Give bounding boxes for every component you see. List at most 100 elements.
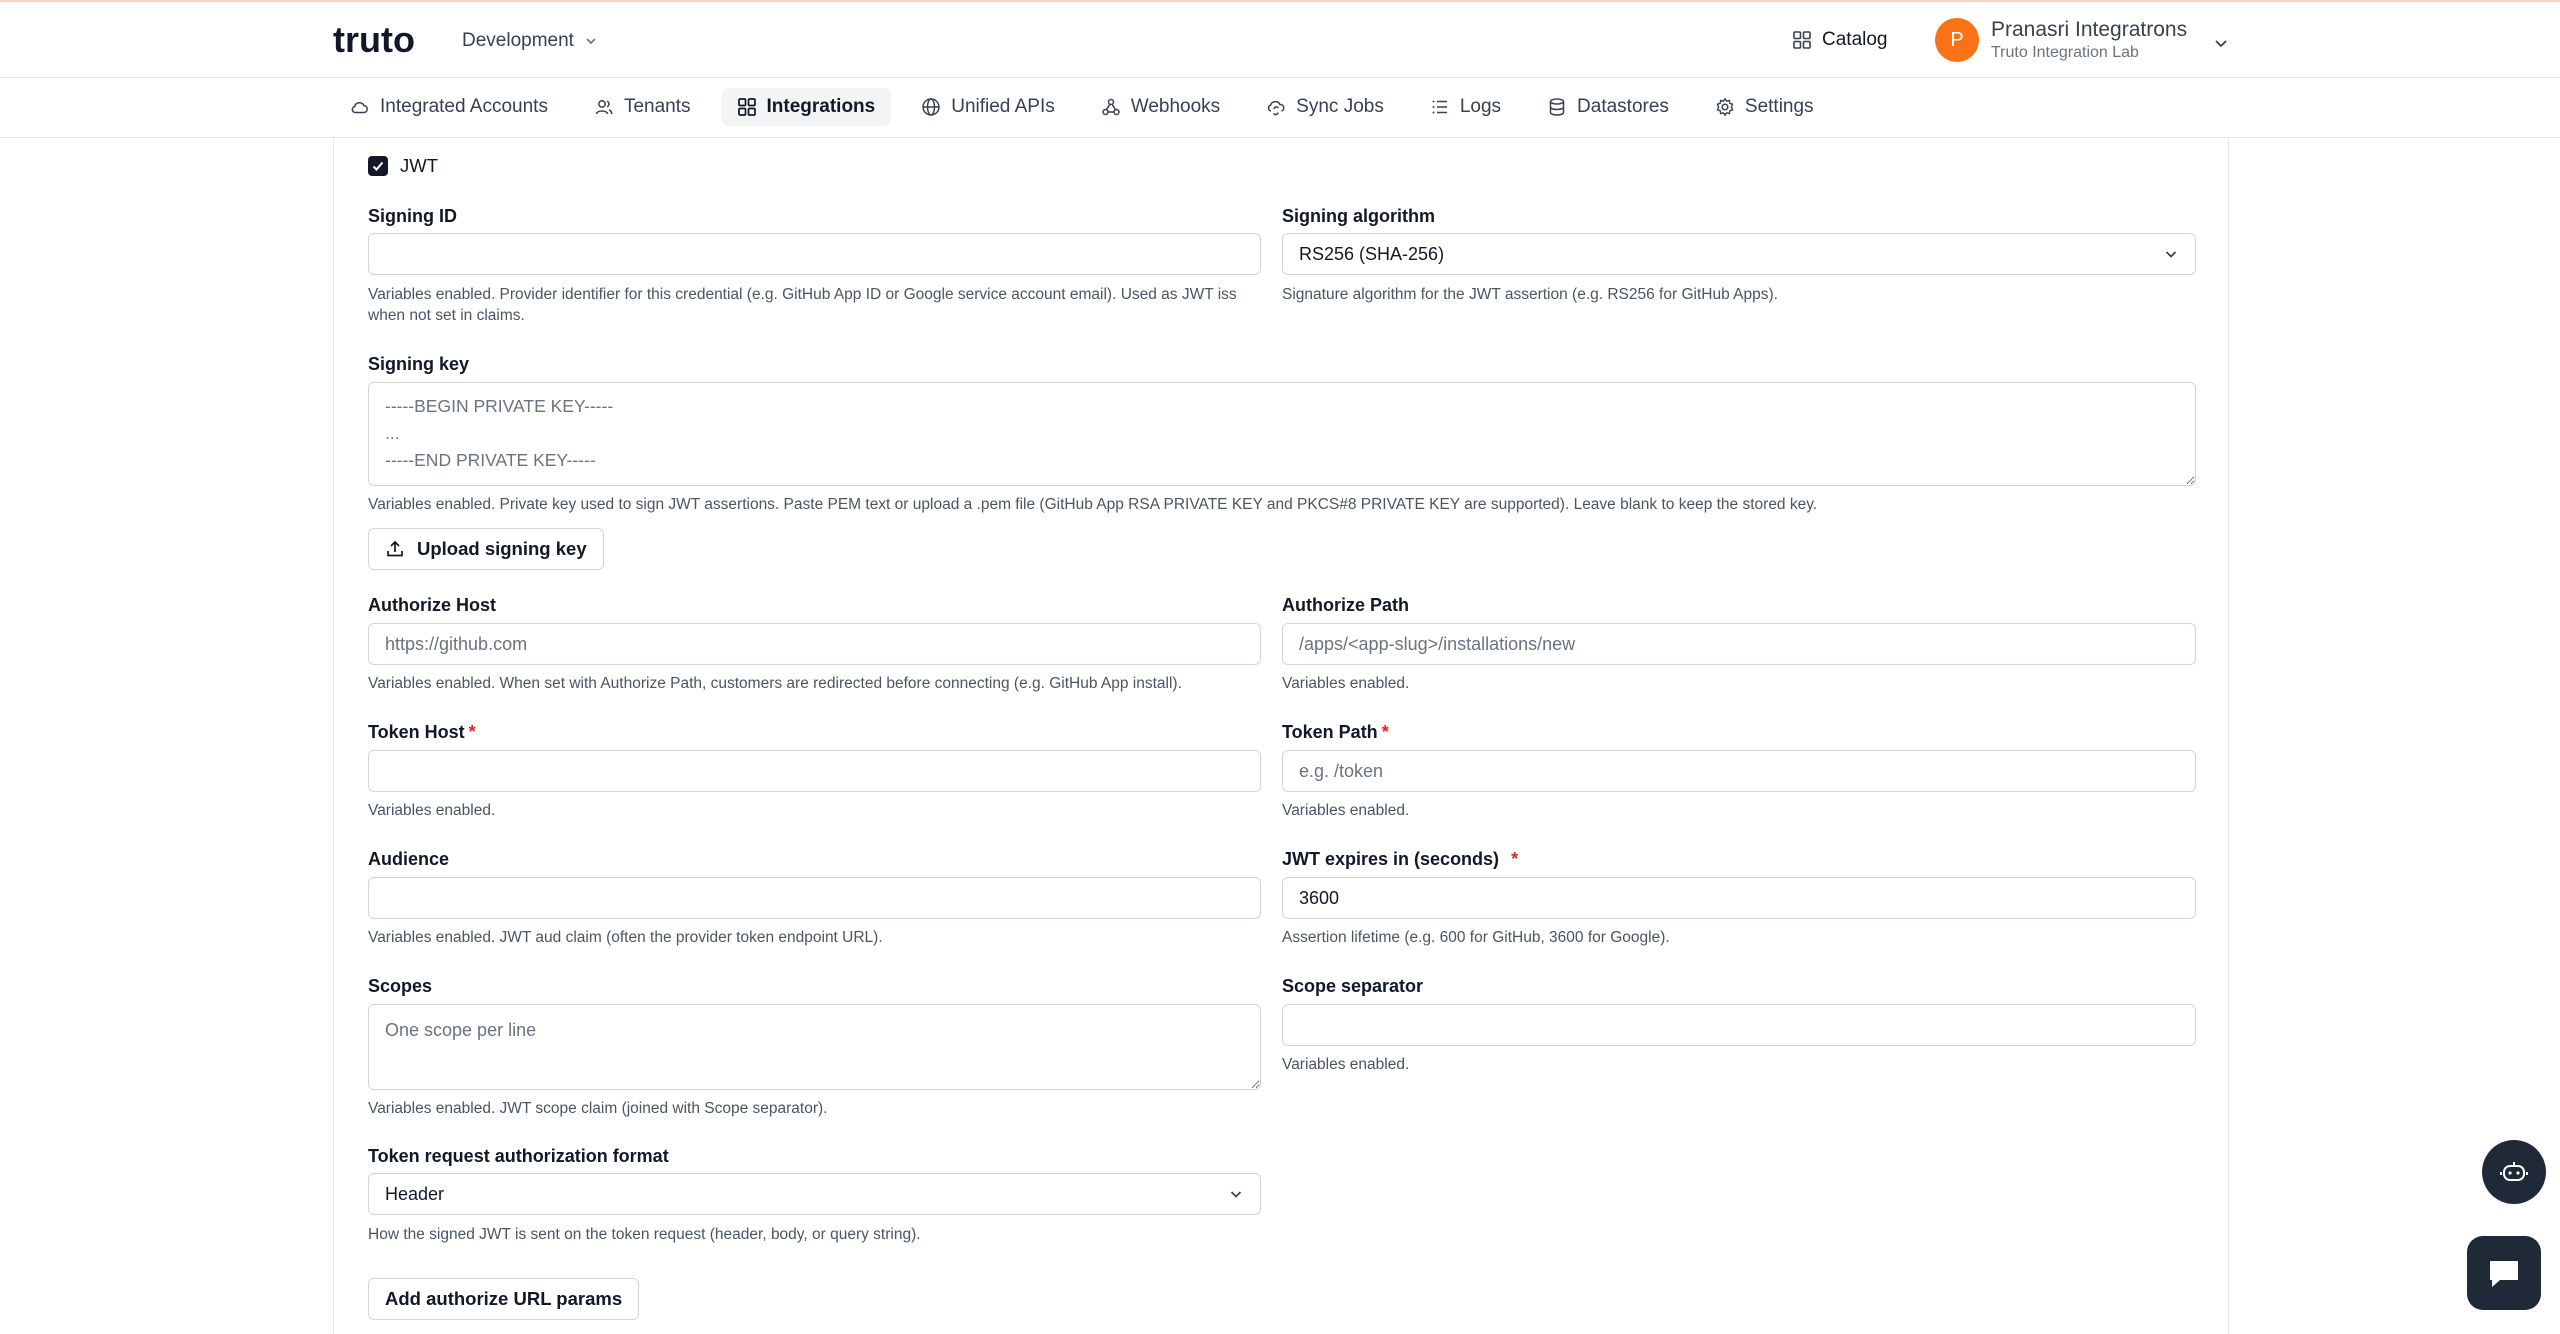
integration-form-panel: JWT Signing ID Variables enabled. Provid… (333, 138, 2229, 1334)
environment-switcher[interactable]: Development (462, 26, 598, 56)
signing-key-help: Variables enabled. Private key used to s… (368, 496, 1818, 513)
top-header: truto Development Catalog P Pranasri Int… (0, 2, 2560, 78)
add-authorize-url-params-label: Add authorize URL params (385, 1288, 623, 1309)
tab-label: Unified APIs (951, 96, 1055, 117)
tab-datastores[interactable]: Datastores (1531, 88, 1685, 126)
avatar: P (1935, 18, 1979, 62)
catalog-label: Catalog (1822, 29, 1888, 50)
signing-id-help: Variables enabled. Provider identifier f… (368, 286, 1237, 324)
check-icon (372, 161, 384, 171)
add-authorize-url-params-button[interactable]: Add authorize URL params (368, 1278, 640, 1320)
upload-signing-key-button[interactable]: Upload signing key (368, 528, 604, 570)
tab-integrations[interactable]: Integrations (720, 88, 892, 126)
scopes-label: Scopes (368, 976, 433, 996)
token-path-label-text: Token Path (1282, 722, 1378, 742)
tab-webhooks[interactable]: Webhooks (1085, 88, 1236, 126)
audience-label: Audience (368, 849, 450, 869)
jwt-expires-help: Assertion lifetime (e.g. 600 for GitHub,… (1282, 929, 1670, 946)
database-icon (1549, 98, 1565, 116)
tab-logs[interactable]: Logs (1414, 88, 1517, 126)
jwt-expires-label-text: JWT expires in (seconds) (1282, 849, 1500, 869)
scopes-textarea[interactable] (368, 1004, 1261, 1090)
authorize-path-label: Authorize Path (1282, 595, 1410, 615)
authorize-host-input[interactable] (368, 623, 1261, 665)
signing-algorithm-select[interactable]: RS256 (SHA-256) (1282, 233, 2196, 275)
grid-icon (1793, 31, 1811, 49)
sync-cloud-icon (1267, 100, 1285, 116)
jwt-checkbox-label: JWT (400, 155, 439, 176)
globe-icon (922, 98, 940, 116)
chevron-down-icon (1230, 1191, 1242, 1198)
jwt-expires-label: JWT expires in (seconds) * (1282, 849, 1518, 870)
token-request-format-help: How the signed JWT is sent on the token … (368, 1226, 921, 1243)
scope-separator-input[interactable] (1282, 1004, 2196, 1046)
svg-text:truto: truto (333, 20, 415, 60)
token-request-format-value: Header (385, 1183, 445, 1204)
gear-icon (1716, 98, 1734, 116)
signing-algorithm-label: Signing algorithm (1282, 206, 1435, 226)
scope-separator-help: Variables enabled. (1282, 1056, 1410, 1073)
main-nav: Integrated Accounts Tenants Integrations (0, 79, 2560, 138)
jwt-checkbox-row[interactable]: JWT (368, 155, 438, 177)
token-host-label: Token Host * (368, 722, 476, 743)
tab-tenants[interactable]: Tenants (578, 88, 707, 126)
assistant-bot-button[interactable] (2482, 1140, 2546, 1204)
tab-label: Settings (1744, 96, 1814, 117)
catalog-button[interactable]: Catalog (1792, 24, 1888, 56)
user-org: Truto Integration Lab (1991, 44, 2139, 61)
token-path-input[interactable] (1282, 750, 2196, 792)
grid-icon (737, 98, 756, 116)
chevron-down-icon (2165, 251, 2177, 258)
tab-label: Integrations (766, 96, 876, 117)
jwt-checkbox[interactable] (368, 156, 388, 176)
signing-id-label: Signing ID (368, 206, 457, 226)
signing-key-label: Signing key (368, 354, 470, 374)
truto-logo-mark: truto (333, 20, 415, 60)
cloud-icon (351, 101, 368, 114)
bot-icon (2500, 1162, 2528, 1181)
scope-separator-label: Scope separator (1282, 976, 1424, 996)
webhook-icon (1101, 98, 1120, 116)
token-path-help: Variables enabled. (1282, 802, 1410, 819)
token-host-label-text: Token Host (368, 722, 465, 742)
tab-label: Datastores (1577, 96, 1669, 117)
tab-label: Tenants (623, 96, 691, 117)
authorize-host-help: Variables enabled. When set with Authori… (368, 675, 1182, 692)
signing-id-input[interactable] (368, 233, 1261, 275)
tab-label: Sync Jobs (1296, 96, 1384, 117)
token-path-label: Token Path * (1282, 722, 1389, 743)
required-marker: * (468, 722, 476, 742)
required-marker: * (1511, 849, 1519, 869)
truto-logo[interactable]: truto (333, 20, 431, 60)
chevron-down-icon (586, 38, 596, 45)
audience-help: Variables enabled. JWT aud claim (often … (368, 929, 883, 946)
required-marker: * (1381, 722, 1389, 742)
tab-label: Integrated Accounts (380, 96, 548, 117)
user-menu[interactable]: P Pranasri Integratrons Truto Integratio… (1935, 14, 2229, 66)
tab-settings[interactable]: Settings (1699, 88, 1830, 126)
audience-input[interactable] (368, 877, 1261, 919)
tab-label: Logs (1459, 96, 1502, 117)
authorize-path-input[interactable] (1282, 623, 2196, 665)
environment-label: Development (462, 30, 574, 51)
chat-icon (2490, 1261, 2518, 1287)
jwt-expires-input[interactable] (1282, 877, 2196, 919)
tab-label: Webhooks (1130, 96, 1221, 117)
signing-key-textarea[interactable] (368, 382, 2196, 486)
user-name: Pranasri Integratrons (1991, 18, 2188, 41)
authorize-path-help: Variables enabled. (1282, 675, 1410, 692)
token-host-input[interactable] (368, 750, 1261, 792)
tab-sync-jobs[interactable]: Sync Jobs (1250, 88, 1400, 126)
tab-integrated-accounts[interactable]: Integrated Accounts (334, 88, 564, 126)
signing-algorithm-help: Signature algorithm for the JWT assertio… (1282, 286, 1778, 303)
tab-unified-apis[interactable]: Unified APIs (905, 88, 1071, 126)
support-chat-button[interactable] (2467, 1236, 2541, 1310)
upload-signing-key-label: Upload signing key (417, 538, 587, 559)
token-request-format-select[interactable]: Header (368, 1173, 1261, 1215)
list-icon (1432, 100, 1447, 114)
token-host-help: Variables enabled. (368, 802, 496, 819)
scopes-help: Variables enabled. JWT scope claim (join… (368, 1100, 828, 1117)
users-icon (595, 100, 613, 115)
chevron-down-icon (2215, 40, 2227, 48)
upload-icon (387, 540, 403, 557)
